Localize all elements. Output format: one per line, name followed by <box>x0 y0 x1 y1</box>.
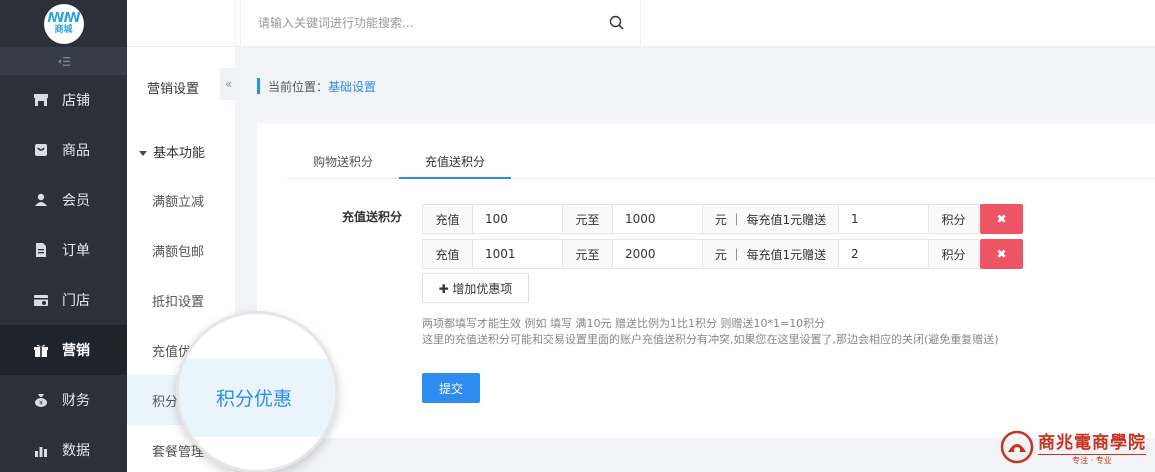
rule-from-input[interactable]: 100 <box>472 204 563 234</box>
watermark-text: 商兆電商學院 专注 · 专业 <box>1038 428 1146 466</box>
sub-sidebar-title: 营销设置 <box>147 82 200 97</box>
user-icon <box>34 193 48 207</box>
store-icon <box>34 93 48 107</box>
form-label: 充值送积分 <box>342 210 403 224</box>
sub-sidebar-header <box>127 0 235 47</box>
watermark: 商兆電商學院 专注 · 专业 <box>1000 427 1152 467</box>
rule-row: 充值 1001 元至 2000 元 ｜ 每充值1元赠送 2 积分 ✖ <box>422 239 1023 269</box>
rule-per-label: 元 ｜ 每充值1元赠送 <box>702 239 839 269</box>
sidebar-item-label: 商品 <box>62 143 90 159</box>
shop-icon <box>34 293 48 307</box>
sub-item-label: 积分 <box>152 394 179 410</box>
submit-button[interactable]: 提交 <box>422 373 480 403</box>
sub-item-label: 满额立减 <box>152 194 205 210</box>
sidebar-item-marketing[interactable]: 营销 <box>0 325 127 375</box>
search-icon[interactable] <box>609 15 624 34</box>
sidebar-item-order[interactable]: 订单 <box>0 225 127 275</box>
sidebar-item-label: 订单 <box>62 243 90 259</box>
double-chevron-left-icon: « <box>224 77 233 91</box>
breadcrumb-prefix: 当前位置： <box>268 79 329 94</box>
sub-item-full-reduction[interactable]: 满额立减 <box>127 175 236 225</box>
top-header <box>127 0 1155 47</box>
sidebar-item-goods[interactable]: 商品 <box>0 125 127 175</box>
close-icon: ✖ <box>996 247 1007 261</box>
rule-unit: 积分 <box>928 204 979 234</box>
sub-item-label: 抵扣设置 <box>152 294 205 310</box>
search-input[interactable] <box>258 12 598 34</box>
svg-text:¥: ¥ <box>39 400 43 407</box>
sidebar-item-data[interactable]: 数据 <box>0 425 127 472</box>
tab-shopping-points[interactable]: 购物送积分 <box>287 145 399 179</box>
rule-per-label: 元 ｜ 每充值1元赠送 <box>702 204 839 234</box>
magnifier-text: 积分优惠 <box>216 388 293 410</box>
sub-item-deduction[interactable]: 抵扣设置 <box>127 275 236 325</box>
sidebar-item-label: 会员 <box>62 193 90 209</box>
breadcrumb: 当前位置： 基础设置 <box>257 78 376 94</box>
chart-icon <box>34 443 48 457</box>
watermark-logo-icon <box>1000 430 1034 464</box>
settings-card: 购物送积分 充值送积分 充值送积分 充值 100 元至 1000 元 ｜ 每充值… <box>257 123 1155 438</box>
app-root: ꟿꟿ 商城 店铺 商品 会员 订单 门店 营销 ¥ 财务 数据 请输入关键词进行… <box>0 0 1155 472</box>
magnifier-callout: 积分优惠 <box>176 311 338 472</box>
sidebar-item-label: 财务 <box>62 393 90 409</box>
delete-rule-button[interactable]: ✖ <box>980 239 1023 269</box>
rule-from-input[interactable]: 1001 <box>472 239 563 269</box>
search-bar <box>242 0 641 46</box>
help-line: 两项都填写才能生效 例如 填写 满10元 赠送比例为1比1积分 则赠送10*1=… <box>422 317 826 330</box>
help-text: 两项都填写才能生效 例如 填写 满10元 赠送比例为1比1积分 则赠送10*1=… <box>422 316 999 348</box>
sub-item-label: 满额包邮 <box>152 244 205 260</box>
logo-area: ꟿꟿ 商城 <box>0 0 127 47</box>
sub-group-basic[interactable]: 基本功能 <box>139 142 205 161</box>
rule-unit: 积分 <box>928 239 979 269</box>
caret-down-icon <box>139 151 147 156</box>
rule-row: 充值 100 元至 1000 元 ｜ 每充值1元赠送 1 积分 ✖ <box>422 204 1023 234</box>
sub-item-free-shipping[interactable]: 满额包邮 <box>127 225 236 275</box>
sub-group-label: 基本功能 <box>153 146 206 161</box>
logo-mark: ꟿꟿ <box>47 10 80 26</box>
rule-points-input[interactable]: 1 <box>838 204 929 234</box>
collapse-left-icon <box>57 56 70 66</box>
rule-prefix: 充值 <box>422 239 473 269</box>
sidebar-item-store[interactable]: 店铺 <box>0 75 127 125</box>
watermark-title: 商兆電商學院 <box>1038 433 1146 453</box>
sidebar-item-finance[interactable]: ¥ 财务 <box>0 375 127 425</box>
rule-to-input[interactable]: 2000 <box>612 239 703 269</box>
logo[interactable]: ꟿꟿ 商城 <box>43 3 84 44</box>
money-bag-icon: ¥ <box>34 393 48 407</box>
gift-icon <box>34 343 48 357</box>
rule-prefix: 充值 <box>422 204 473 234</box>
sidebar-item-label: 门店 <box>62 293 90 309</box>
close-icon: ✖ <box>996 212 1007 226</box>
sidebar-item-label: 店铺 <box>62 93 90 109</box>
tab-bar: 购物送积分 充值送积分 <box>287 145 1155 179</box>
help-line: 这里的充值送积分可能和交易设置里面的账户充值送积分有冲突,如果您在这里设置了,那… <box>422 333 999 346</box>
rule-points-input[interactable]: 2 <box>838 239 929 269</box>
tab-recharge-points[interactable]: 充值送积分 <box>399 145 512 179</box>
sidebar-item-member[interactable]: 会员 <box>0 175 127 225</box>
order-icon <box>34 243 48 257</box>
logo-text: 商城 <box>54 24 73 35</box>
sidebar-collapse-button[interactable] <box>0 47 127 75</box>
rule-to-label: 元至 <box>562 204 613 234</box>
rule-to-input[interactable]: 1000 <box>612 204 703 234</box>
breadcrumb-current[interactable]: 基础设置 <box>328 78 376 95</box>
sidebar-item-shop[interactable]: 门店 <box>0 275 127 325</box>
delete-rule-button[interactable]: ✖ <box>980 204 1023 234</box>
sidebar-item-label: 营销 <box>62 343 90 359</box>
rule-to-label: 元至 <box>562 239 613 269</box>
sidebar-item-label: 数据 <box>62 443 90 459</box>
sub-sidebar-fold-button[interactable]: « <box>220 68 237 100</box>
goods-icon <box>34 143 48 157</box>
main-sidebar: ꟿꟿ 商城 店铺 商品 会员 订单 门店 营销 ¥ 财务 数据 <box>0 0 127 472</box>
watermark-subtitle: 专注 · 专业 <box>1038 454 1146 466</box>
add-rule-button[interactable]: ✚ 增加优惠项 <box>422 273 529 303</box>
